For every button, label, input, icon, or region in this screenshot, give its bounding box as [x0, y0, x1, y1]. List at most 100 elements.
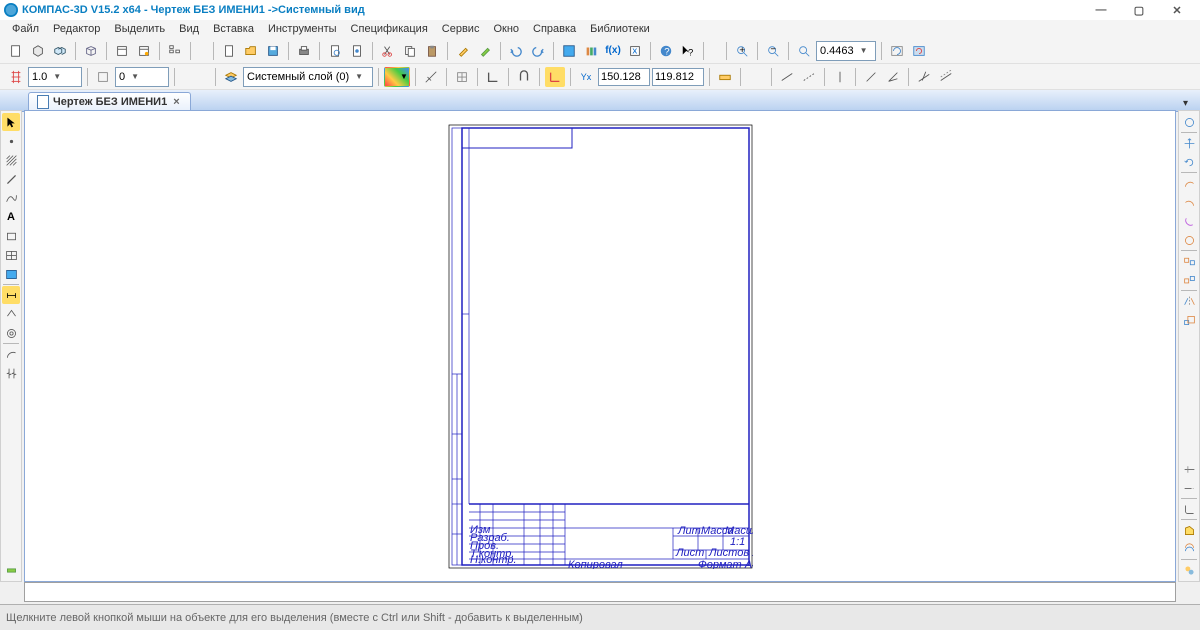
cut-icon[interactable] — [378, 41, 398, 61]
new-assembly-icon[interactable] — [50, 41, 70, 61]
state-icon[interactable] — [6, 67, 26, 87]
print-icon[interactable] — [294, 41, 314, 61]
redraw-icon[interactable] — [909, 41, 929, 61]
document-tab[interactable]: Чертеж БЕЗ ИМЕНИ1 × — [28, 92, 191, 111]
zoom-out-icon[interactable]: − — [763, 41, 783, 61]
menu-spec[interactable]: Спецификация — [345, 21, 434, 37]
xy-icon[interactable]: Yx — [576, 67, 596, 87]
ortho-icon[interactable] — [483, 67, 503, 87]
menu-libraries[interactable]: Библиотеки — [584, 21, 656, 37]
line-tool-icon[interactable] — [2, 170, 20, 188]
vars-icon[interactable]: x — [625, 41, 645, 61]
step-combo[interactable]: 1.0▼ — [28, 67, 82, 87]
spec-icon[interactable] — [112, 41, 132, 61]
new-doc-icon[interactable] — [6, 41, 26, 61]
arc-tool-icon[interactable] — [2, 345, 20, 363]
contour-icon[interactable] — [1180, 521, 1198, 539]
state2-icon[interactable] — [93, 67, 113, 87]
help-icon[interactable]: ? — [656, 41, 676, 61]
tab-dropdown-icon[interactable]: ▾ — [1175, 96, 1196, 111]
scale-icon[interactable] — [1180, 311, 1198, 329]
manager-icon[interactable] — [559, 41, 579, 61]
rect-tool-icon[interactable] — [2, 227, 20, 245]
local-cs-icon[interactable] — [545, 67, 565, 87]
minimize-button[interactable]: — — [1082, 1, 1120, 19]
paste-icon[interactable] — [422, 41, 442, 61]
coord-y[interactable]: 119.812 — [652, 68, 704, 86]
offset-line-icon[interactable] — [936, 67, 956, 87]
hatch-tool-icon[interactable] — [2, 151, 20, 169]
new-icon[interactable] — [219, 41, 239, 61]
angle-line-icon[interactable] — [883, 67, 903, 87]
break-tool-icon[interactable] — [2, 364, 20, 382]
menu-service[interactable]: Сервис — [436, 21, 486, 37]
copy-icon[interactable] — [400, 41, 420, 61]
move-icon[interactable] — [1180, 134, 1198, 152]
fillet-icon[interactable] — [1180, 500, 1198, 518]
equiv-icon[interactable] — [1180, 540, 1198, 558]
measure-icon[interactable] — [715, 67, 735, 87]
diag-line-icon[interactable] — [861, 67, 881, 87]
menu-view[interactable]: Вид — [173, 21, 205, 37]
menu-select[interactable]: Выделить — [108, 21, 171, 37]
dim-tool-icon[interactable] — [2, 286, 20, 304]
save-icon[interactable] — [263, 41, 283, 61]
tolerance-tool-icon[interactable] — [2, 324, 20, 342]
preview-icon[interactable] — [325, 41, 345, 61]
refresh-icon[interactable] — [887, 41, 907, 61]
tree-icon[interactable] — [165, 41, 185, 61]
command-line[interactable] — [24, 582, 1176, 602]
substep-combo[interactable]: 0▼ — [115, 67, 169, 87]
view-tool-icon[interactable] — [2, 265, 20, 283]
fx-icon[interactable]: f(x) — [603, 41, 623, 61]
assembly-icon[interactable] — [1180, 561, 1198, 579]
cursor-tool-icon[interactable] — [2, 113, 20, 131]
close-button[interactable]: ✕ — [1158, 1, 1196, 19]
mirror-icon[interactable] — [1180, 292, 1198, 310]
open-icon[interactable] — [241, 41, 261, 61]
color-btn[interactable]: ▼ — [384, 67, 410, 87]
grid-icon[interactable] — [452, 67, 472, 87]
zoom-combo[interactable]: 0.4463▼ — [816, 41, 876, 61]
line1-icon[interactable] — [777, 67, 797, 87]
vert-line-icon[interactable] — [830, 67, 850, 87]
redo-icon[interactable] — [528, 41, 548, 61]
menu-edit[interactable]: Редактор — [47, 21, 106, 37]
arc4-icon[interactable] — [1180, 231, 1198, 249]
trim-icon[interactable] — [1180, 460, 1198, 478]
spec2-icon[interactable] — [134, 41, 154, 61]
rotate-icon[interactable] — [1180, 153, 1198, 171]
brush2-icon[interactable] — [475, 41, 495, 61]
xform1-icon[interactable] — [1180, 252, 1198, 270]
extend-icon[interactable] — [1180, 479, 1198, 497]
arc2-icon[interactable] — [1180, 193, 1198, 211]
maximize-button[interactable]: ▢ — [1120, 1, 1158, 19]
new-part-icon[interactable] — [28, 41, 48, 61]
line2-icon[interactable] — [799, 67, 819, 87]
arc3-icon[interactable] — [1180, 212, 1198, 230]
layer-icon[interactable] — [221, 67, 241, 87]
menu-file[interactable]: Файл — [6, 21, 45, 37]
menu-insert[interactable]: Вставка — [207, 21, 260, 37]
zoom-in-icon[interactable]: + — [732, 41, 752, 61]
circle-icon[interactable] — [1180, 113, 1198, 131]
dim-tool-icon[interactable] — [421, 67, 441, 87]
layer-combo[interactable]: Системный слой (0)▼ — [243, 67, 373, 87]
point-tool-icon[interactable] — [2, 132, 20, 150]
table-tool-icon[interactable] — [2, 246, 20, 264]
undo-icon[interactable] — [506, 41, 526, 61]
lib-icon[interactable] — [581, 41, 601, 61]
properties-icon[interactable] — [347, 41, 367, 61]
arc1-icon[interactable] — [1180, 174, 1198, 192]
xform2-icon[interactable] — [1180, 271, 1198, 289]
zoom-fit-icon[interactable] — [794, 41, 814, 61]
cube-icon[interactable] — [81, 41, 101, 61]
whatsthis-icon[interactable]: ? — [678, 41, 698, 61]
perp-line-icon[interactable] — [914, 67, 934, 87]
brush-icon[interactable] — [453, 41, 473, 61]
spline-tool-icon[interactable] — [2, 189, 20, 207]
constraint-tool-icon[interactable] — [2, 561, 20, 579]
menu-tools[interactable]: Инструменты — [262, 21, 343, 37]
drawing-canvas[interactable]: Изм Разраб. Пров. Т.контр. Н.контр. Лит.… — [25, 111, 1175, 581]
text-tool-icon[interactable]: A — [2, 208, 20, 226]
